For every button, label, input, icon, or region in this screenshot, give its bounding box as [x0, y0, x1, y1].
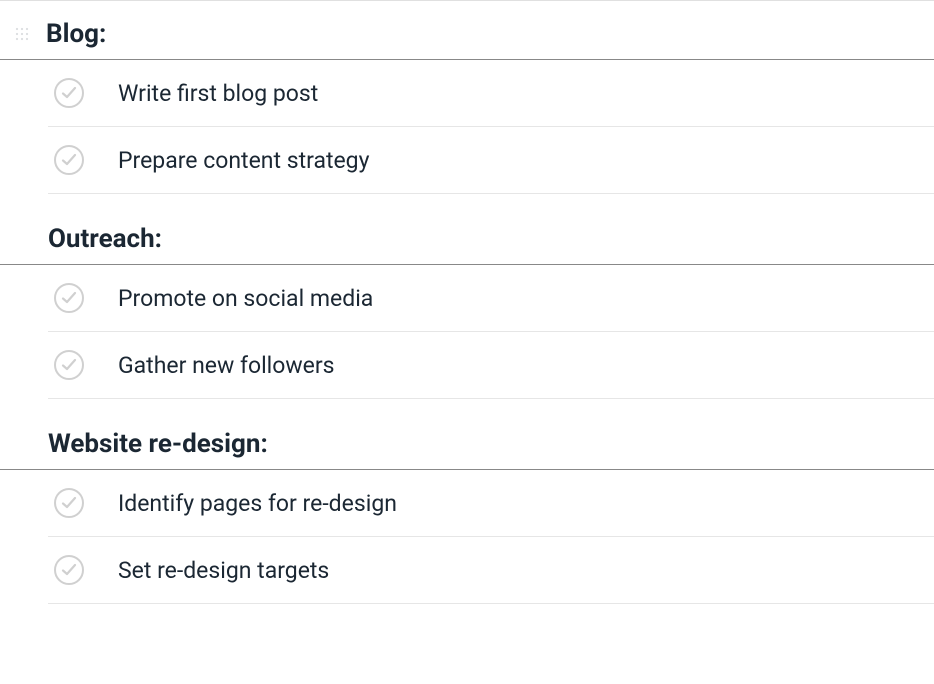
task-checkbox[interactable]: [54, 488, 84, 518]
section-header[interactable]: Outreach:: [0, 214, 934, 265]
section-website-redesign: Website re-design: Identify pages for re…: [0, 419, 934, 604]
task-row[interactable]: Promote on social media: [48, 265, 934, 332]
top-divider: [0, 0, 934, 1]
task-checkbox[interactable]: [54, 555, 84, 585]
section-title: Website re-design:: [48, 429, 268, 459]
task-label: Gather new followers: [118, 352, 335, 379]
section-title: Outreach:: [48, 224, 162, 254]
task-row[interactable]: Write first blog post: [48, 60, 934, 127]
task-row[interactable]: Set re-design targets: [48, 537, 934, 604]
section-outreach: Outreach: Promote on social media Gather…: [0, 214, 934, 399]
task-checkbox[interactable]: [54, 350, 84, 380]
task-label: Set re-design targets: [118, 557, 329, 584]
task-label: Prepare content strategy: [118, 147, 369, 174]
drag-handle-icon[interactable]: [10, 22, 34, 46]
section-header[interactable]: Website re-design:: [0, 419, 934, 470]
task-row[interactable]: Identify pages for re-design: [48, 470, 934, 537]
task-checkbox[interactable]: [54, 145, 84, 175]
section-header[interactable]: Blog:: [0, 9, 934, 60]
task-checkbox[interactable]: [54, 78, 84, 108]
task-checkbox[interactable]: [54, 283, 84, 313]
task-list: Promote on social media Gather new follo…: [0, 265, 934, 399]
task-list: Write first blog post Prepare content st…: [0, 60, 934, 194]
task-label: Write first blog post: [118, 80, 318, 107]
section-blog: Blog: Write first blog post Prepare cont…: [0, 9, 934, 194]
task-label: Identify pages for re-design: [118, 490, 397, 517]
task-row[interactable]: Prepare content strategy: [48, 127, 934, 194]
section-title: Blog:: [46, 19, 106, 49]
task-label: Promote on social media: [118, 285, 373, 312]
task-row[interactable]: Gather new followers: [48, 332, 934, 399]
task-list: Identify pages for re-design Set re-desi…: [0, 470, 934, 604]
